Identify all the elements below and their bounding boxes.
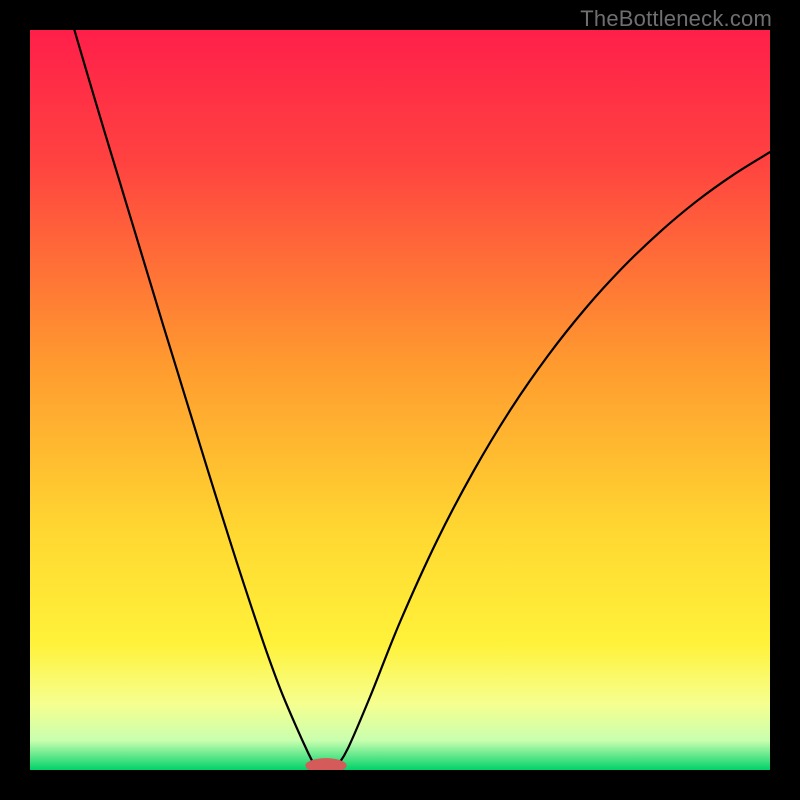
watermark-text: TheBottleneck.com [580, 6, 772, 32]
gradient-background [30, 30, 770, 770]
chart-frame: TheBottleneck.com [0, 0, 800, 800]
plot-area [30, 30, 770, 770]
plot-svg [30, 30, 770, 770]
